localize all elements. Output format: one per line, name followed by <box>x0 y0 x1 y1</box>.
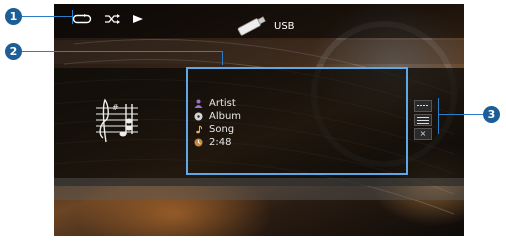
song-icon <box>196 125 203 134</box>
callout-2-leader <box>22 51 222 52</box>
repeat-icon <box>72 14 92 24</box>
song-label: Song <box>209 124 235 135</box>
callout-2: 2 <box>5 43 22 60</box>
callout-1-bracket <box>72 10 73 24</box>
artist-label: Artist <box>209 98 236 109</box>
artist-icon <box>194 99 203 108</box>
artist-row: Artist <box>194 97 241 110</box>
source-indicator: USB <box>234 16 295 36</box>
operation-menu: × <box>414 100 432 140</box>
svg-text:#: # <box>112 103 119 112</box>
album-icon <box>194 112 203 121</box>
shuffle-icon <box>105 14 120 24</box>
track-info-list: Artist Album Song 2:48 <box>194 97 241 149</box>
upper-band <box>54 40 464 64</box>
album-row: Album <box>194 110 241 123</box>
callout-3-leader <box>438 114 483 115</box>
play-icon <box>133 15 143 23</box>
callout-1: 1 <box>5 8 22 25</box>
clock-icon <box>194 138 203 147</box>
tv-screen: USB # Artist Album Song 2:48 × <box>54 4 464 236</box>
playback-status-icons <box>72 14 144 24</box>
callout-2-drop <box>222 51 223 65</box>
elapsed-time: 2:48 <box>209 137 232 148</box>
callout-1-leader <box>22 16 72 17</box>
callout-3: 3 <box>483 106 500 123</box>
lower-band <box>54 178 464 200</box>
callout-3-bracket <box>438 98 439 134</box>
dotted-menu-icon[interactable] <box>414 100 432 112</box>
source-label: USB <box>274 20 295 32</box>
list-icon[interactable] <box>414 114 432 126</box>
close-button[interactable]: × <box>414 128 432 140</box>
time-row: 2:48 <box>194 136 241 149</box>
song-row: Song <box>194 123 241 136</box>
usb-stick-icon <box>237 16 266 36</box>
album-label: Album <box>209 111 242 122</box>
music-note-icon: # <box>96 98 138 143</box>
track-info-box: Artist Album Song 2:48 <box>186 67 408 175</box>
